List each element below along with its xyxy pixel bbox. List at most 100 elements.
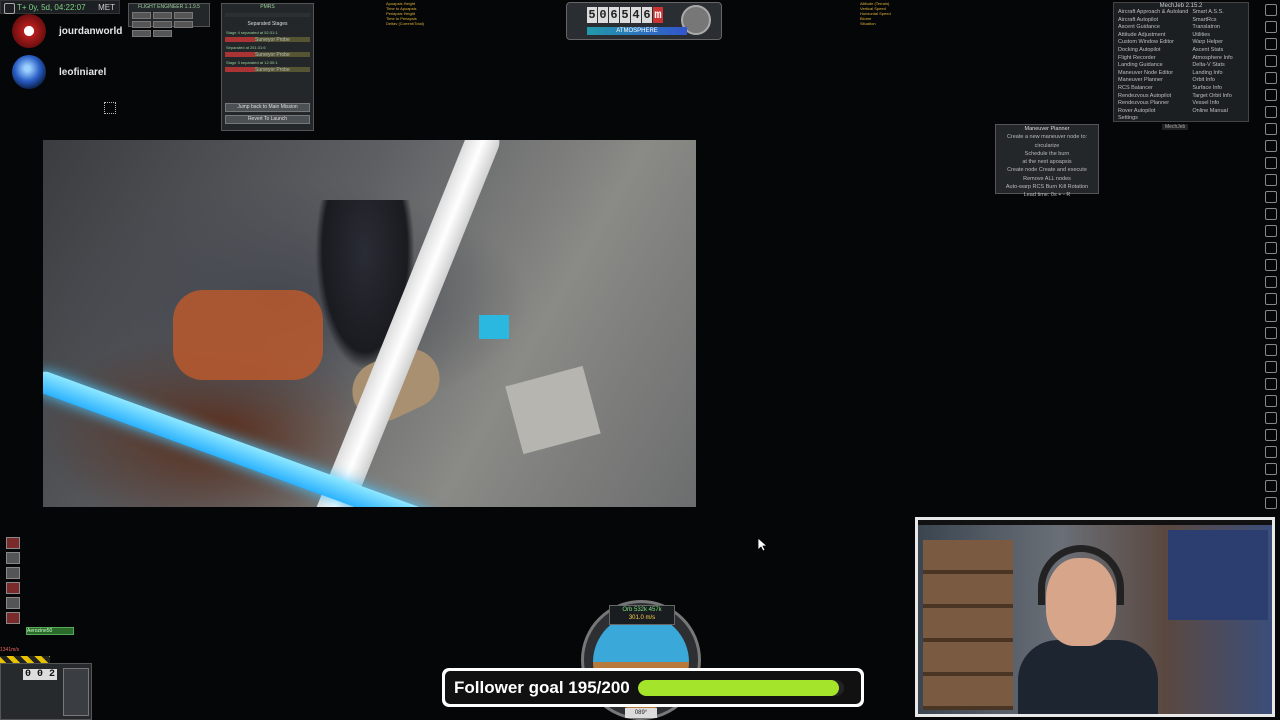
mechjeb-menu-item[interactable]: Online Manual	[1192, 108, 1248, 116]
mechjeb-menu-item[interactable]: RCS Balancer	[1118, 85, 1188, 93]
mission-elapsed-time: T+ 0y, 5d, 04:22:07 MET	[0, 0, 120, 14]
stage-number: 0 0 2	[23, 669, 58, 680]
altitude-digits: 506546 m	[587, 7, 663, 23]
lead-time[interactable]: Lead time: 0s + - R	[996, 191, 1098, 199]
mechjeb-menu-item[interactable]: Rendezvous Planner	[1118, 100, 1188, 108]
mechjeb-menu-item[interactable]: Translatron	[1192, 24, 1248, 32]
mechjeb-menu-item[interactable]: Attitude Adjustment	[1118, 32, 1188, 40]
follower-goal-fill	[637, 679, 839, 696]
mechjeb-menu-item[interactable]: Rover Autopilot	[1118, 108, 1188, 116]
toolbar-button-icon[interactable]	[1264, 446, 1277, 458]
mechjeb-menu-item[interactable]: Ascent Stats	[1192, 47, 1248, 55]
chat-user: leofiniarel	[12, 55, 106, 89]
mechjeb-menu-item[interactable]: Warp Helper	[1192, 39, 1248, 47]
follower-goal-widget: Follower goal 195/200	[442, 668, 864, 707]
mechjeb-menu-item[interactable]: Vessel Info	[1192, 100, 1248, 108]
toolbar-button-icon[interactable]	[1264, 106, 1277, 118]
toolbar-button-icon[interactable]	[1264, 174, 1277, 186]
toolbar-button-icon[interactable]	[1264, 293, 1277, 305]
mechjeb-menu-item[interactable]: Delta-V Stats	[1192, 62, 1248, 70]
toolbar-button-icon[interactable]	[1264, 21, 1277, 33]
mission-time-row	[225, 13, 310, 17]
toolbar-button-icon[interactable]	[1264, 4, 1277, 16]
toolbar-button-icon[interactable]	[1264, 327, 1277, 339]
mechjeb-tab[interactable]: MechJeb	[1162, 124, 1189, 130]
toolbar-button-icon[interactable]	[1264, 412, 1277, 424]
toolbar-button-icon[interactable]	[1264, 395, 1277, 407]
clock-icon	[4, 3, 15, 14]
atmosphere-indicator: ATMOSPHERE	[587, 27, 687, 35]
stage-bar: Surveyor Probe	[225, 52, 310, 58]
altimeter: 506546 m ATMOSPHERE	[566, 2, 722, 40]
toolbar-button-icon[interactable]	[1264, 463, 1277, 475]
orbital-speed-display[interactable]: Orb 532k 457k 301.0 m/s	[609, 605, 675, 625]
create-node-buttons[interactable]: Create node Create and execute	[996, 166, 1098, 174]
toolbar-button-icon[interactable]	[1264, 310, 1277, 322]
pmrs-window[interactable]: PMRS Separated Stages Stage 4 separated …	[221, 3, 314, 131]
mechjeb-menu-item[interactable]: Docking Autopilot	[1118, 47, 1188, 55]
mechjeb-menu-item[interactable]: Flight Recorder	[1118, 55, 1188, 63]
burn-options[interactable]: Auto-warp RCS Burn Kill Rotation	[996, 183, 1098, 191]
toolbar-button-icon[interactable]	[1264, 378, 1277, 390]
toolbar-button-icon[interactable]	[1264, 140, 1277, 152]
toolbar-button-icon[interactable]	[1264, 225, 1277, 237]
toolbar-button-icon[interactable]	[1264, 480, 1277, 492]
operation-select[interactable]: circularize	[996, 142, 1098, 150]
toolbar-button-icon[interactable]	[1264, 276, 1277, 288]
mechjeb-menu-item[interactable]: Target Orbit Info	[1192, 93, 1248, 101]
mechjeb-menu-item[interactable]: Settings	[1118, 115, 1188, 123]
mechjeb-menu-item[interactable]: Atmosphere Info	[1192, 55, 1248, 63]
chat-username: leofiniarel	[59, 66, 107, 78]
mechjeb-menu-item[interactable]: Ascent Guidance	[1118, 24, 1188, 32]
toolbar-button-icon[interactable]	[1264, 55, 1277, 67]
remove-nodes-button[interactable]: Remove ALL nodes	[996, 175, 1098, 183]
mechjeb-menu-item[interactable]: Utilities	[1192, 32, 1248, 40]
revert-to-launch-button[interactable]: Revert To Launch	[225, 115, 310, 124]
chat-username: jourdanworld	[59, 25, 123, 37]
mechjeb-menu-item[interactable]: Custom Window Editor	[1118, 39, 1188, 47]
toolbar-button-icon[interactable]	[1264, 38, 1277, 50]
avatar	[12, 14, 46, 48]
mechjeb-menu-item[interactable]: Rendezvous Autopilot	[1118, 93, 1188, 101]
toolbar-button-icon[interactable]	[1264, 191, 1277, 203]
mechjeb-menu-item[interactable]: Aircraft Autopilot	[1118, 17, 1188, 25]
avatar	[12, 55, 46, 89]
chat-user: jourdanworld	[12, 14, 122, 48]
throttle[interactable]	[63, 668, 89, 716]
surface-speed: 1341m/s	[0, 647, 20, 653]
timing-select[interactable]: at the next apoapsis	[996, 158, 1098, 166]
flight-engineer-buttons[interactable]	[129, 11, 209, 38]
stage-bar: Surveyor Probe	[225, 37, 310, 43]
mechjeb-menu-item[interactable]: Maneuver Node Editor	[1118, 70, 1188, 78]
jump-back-button[interactable]: Jump back to Main Mission	[225, 103, 310, 112]
toolbar-button-icon[interactable]	[1264, 89, 1277, 101]
fuel-gauge: Aerozine50	[26, 627, 74, 635]
mechjeb-menu-item[interactable]: Landing Guidance	[1118, 62, 1188, 70]
mechjeb-menu-item[interactable]: Aircraft Approach & Autoland	[1118, 9, 1188, 17]
flight-engineer-window[interactable]: FLIGHT ENGINEER 1.1.9.5	[128, 3, 210, 37]
stage-panel[interactable]: 0 0 2	[0, 663, 92, 720]
toolbar-button-icon[interactable]	[1264, 157, 1277, 169]
maneuver-planner-window[interactable]: Maneuver Planner Create a new maneuver n…	[995, 124, 1099, 198]
toolbar-button-icon[interactable]	[1264, 123, 1277, 135]
toolbar-icons[interactable]	[1261, 0, 1280, 524]
toolbar-button-icon[interactable]	[1264, 429, 1277, 441]
toolbar-button-icon[interactable]	[1264, 361, 1277, 373]
toolbar-button-icon[interactable]	[1264, 242, 1277, 254]
toolbar-button-icon[interactable]	[1264, 497, 1277, 509]
mechjeb-menu-item[interactable]: Maneuver Planner	[1118, 77, 1188, 85]
stage-bar: Surveyor Probe	[225, 67, 310, 73]
surface-info-readout: Altitude (Terrain) Vertical Speed Horizo…	[860, 1, 891, 26]
mechjeb-menu-item[interactable]: SmartRcs	[1192, 17, 1248, 25]
toolbar-button-icon[interactable]	[1264, 72, 1277, 84]
mechjeb-menu-item[interactable]: Smart A.S.S.	[1192, 9, 1248, 17]
space-station-video	[43, 140, 696, 507]
toolbar-button-icon[interactable]	[1264, 344, 1277, 356]
mechjeb-menu-item[interactable]: Landing Info	[1192, 70, 1248, 78]
move-cursor-icon	[104, 102, 116, 114]
toolbar-button-icon[interactable]	[1264, 208, 1277, 220]
mechjeb-menu-item[interactable]: Orbit Info	[1192, 77, 1248, 85]
mechjeb-menu-item[interactable]: Surface Info	[1192, 85, 1248, 93]
toolbar-button-icon[interactable]	[1264, 259, 1277, 271]
mechjeb-menu[interactable]: MechJeb 2.15.2 Aircraft Approach & Autol…	[1113, 2, 1249, 122]
